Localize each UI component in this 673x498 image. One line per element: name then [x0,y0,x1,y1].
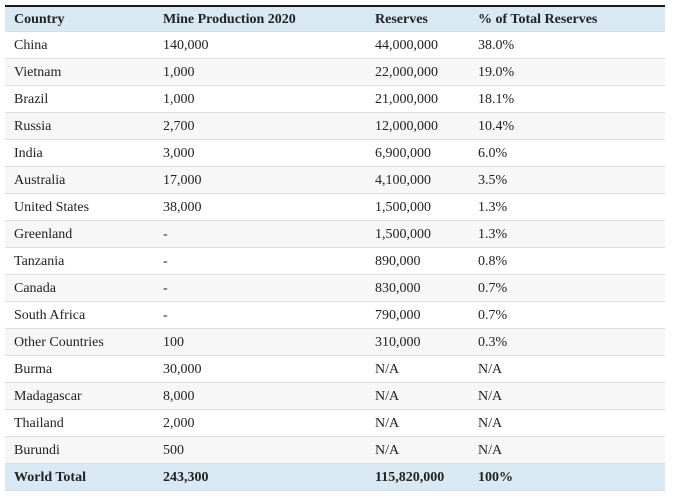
cell-pct: 0.7% [469,275,665,302]
cell-pct: N/A [469,410,665,437]
cell-production: 1,000 [154,86,366,113]
table-row: Tanzania-890,0000.8% [5,248,665,275]
table-row: Vietnam1,00022,000,00019.0% [5,59,665,86]
table-row: Thailand2,000N/AN/A [5,410,665,437]
cell-reserves: N/A [366,410,469,437]
cell-country: Burma [5,356,154,383]
cell-country: Brazil [5,86,154,113]
table-row: Russia2,70012,000,00010.4% [5,113,665,140]
table-row: Greenland-1,500,0001.3% [5,221,665,248]
cell-country: Burundi [5,437,154,464]
cell-production: 500 [154,437,366,464]
cell-production: 30,000 [154,356,366,383]
total-cell-reserves: 115,820,000 [366,464,469,491]
cell-pct: 1.3% [469,221,665,248]
cell-reserves: 12,000,000 [366,113,469,140]
cell-production: 100 [154,329,366,356]
cell-country: Greenland [5,221,154,248]
cell-pct: N/A [469,383,665,410]
cell-country: India [5,140,154,167]
column-header-pct: % of Total Reserves [469,6,665,32]
cell-pct: 0.8% [469,248,665,275]
cell-production: - [154,248,366,275]
cell-production: - [154,275,366,302]
cell-reserves: 22,000,000 [366,59,469,86]
table-row: South Africa-790,0000.7% [5,302,665,329]
total-cell-production: 243,300 [154,464,366,491]
cell-pct: 0.7% [469,302,665,329]
cell-country: South Africa [5,302,154,329]
cell-production: 2,000 [154,410,366,437]
cell-production: - [154,302,366,329]
table-row: Australia17,0004,100,0003.5% [5,167,665,194]
cell-country: Australia [5,167,154,194]
cell-reserves: 21,000,000 [366,86,469,113]
cell-reserves: 1,500,000 [366,194,469,221]
cell-country: China [5,32,154,59]
table-row: Canada-830,0000.7% [5,275,665,302]
cell-reserves: 790,000 [366,302,469,329]
cell-reserves: 6,900,000 [366,140,469,167]
total-cell-pct: 100% [469,464,665,491]
cell-pct: 6.0% [469,140,665,167]
header-row: CountryMine Production 2020Reserves% of … [5,6,665,32]
cell-reserves: 4,100,000 [366,167,469,194]
cell-reserves: N/A [366,437,469,464]
cell-reserves: 1,500,000 [366,221,469,248]
total-cell-country: World Total [5,464,154,491]
cell-reserves: 890,000 [366,248,469,275]
cell-pct: 0.3% [469,329,665,356]
column-header-reserves: Reserves [366,6,469,32]
table-row: United States38,0001,500,0001.3% [5,194,665,221]
cell-reserves: 310,000 [366,329,469,356]
table-row: Other Countries100310,0000.3% [5,329,665,356]
column-header-country: Country [5,6,154,32]
cell-pct: 18.1% [469,86,665,113]
table-row: Brazil1,00021,000,00018.1% [5,86,665,113]
cell-country: Vietnam [5,59,154,86]
cell-country: Other Countries [5,329,154,356]
table-row: India3,0006,900,0006.0% [5,140,665,167]
cell-reserves: 830,000 [366,275,469,302]
cell-pct: 38.0% [469,32,665,59]
cell-country: Canada [5,275,154,302]
cell-reserves: N/A [366,356,469,383]
table-row: Burma30,000N/AN/A [5,356,665,383]
cell-country: Thailand [5,410,154,437]
cell-production: 3,000 [154,140,366,167]
cell-production: 1,000 [154,59,366,86]
reserves-table: CountryMine Production 2020Reserves% of … [5,5,665,491]
total-row: World Total243,300115,820,000100% [5,464,665,491]
cell-production: - [154,221,366,248]
cell-production: 17,000 [154,167,366,194]
cell-reserves: 44,000,000 [366,32,469,59]
cell-production: 8,000 [154,383,366,410]
cell-pct: 1.3% [469,194,665,221]
column-header-production: Mine Production 2020 [154,6,366,32]
cell-pct: 19.0% [469,59,665,86]
page: CountryMine Production 2020Reserves% of … [0,0,673,491]
cell-country: Tanzania [5,248,154,275]
table-row: Burundi500N/AN/A [5,437,665,464]
cell-pct: N/A [469,356,665,383]
cell-reserves: N/A [366,383,469,410]
cell-pct: 10.4% [469,113,665,140]
table-row: Madagascar8,000N/AN/A [5,383,665,410]
cell-pct: N/A [469,437,665,464]
cell-production: 2,700 [154,113,366,140]
cell-production: 140,000 [154,32,366,59]
cell-production: 38,000 [154,194,366,221]
cell-country: United States [5,194,154,221]
cell-country: Russia [5,113,154,140]
cell-country: Madagascar [5,383,154,410]
cell-pct: 3.5% [469,167,665,194]
table-row: China140,00044,000,00038.0% [5,32,665,59]
